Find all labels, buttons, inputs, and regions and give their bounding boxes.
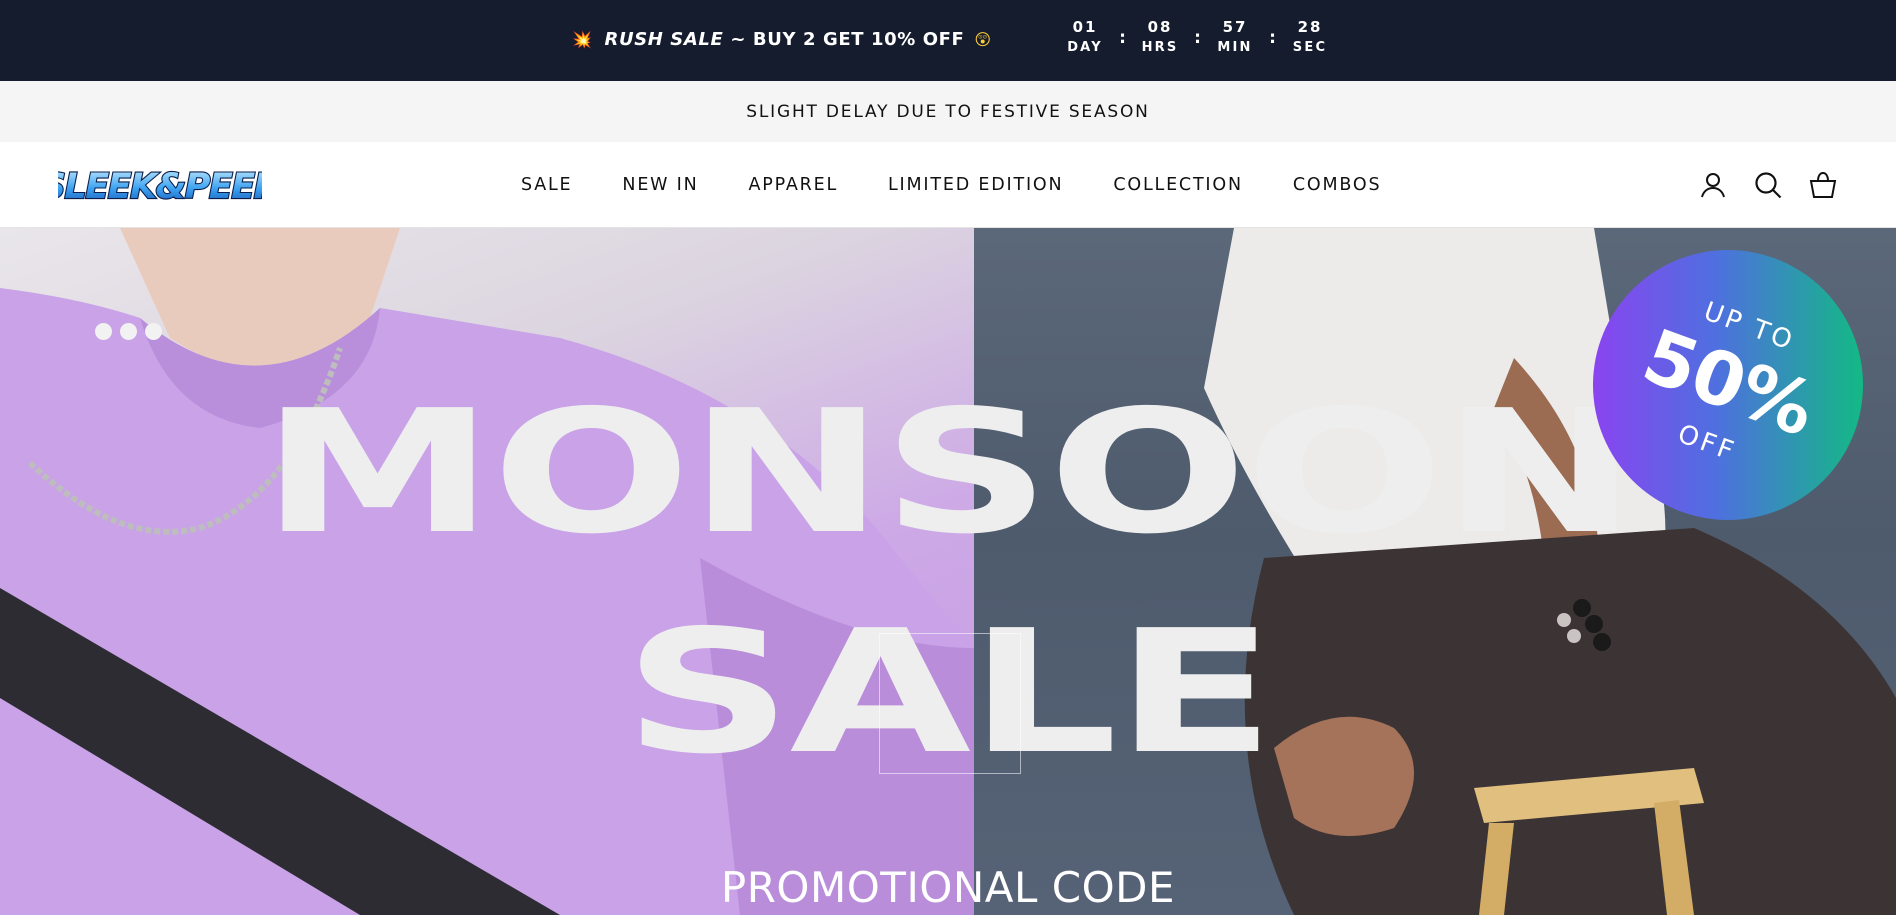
svg-text:SLEEK&PEEK: SLEEK&PEEK — [58, 167, 262, 207]
countdown-minutes: 57 MIN — [1210, 16, 1260, 58]
nav-item-combos[interactable]: COMBOS — [1293, 175, 1381, 195]
countdown-value: 01 — [1072, 18, 1098, 36]
nav-item-limited-edition[interactable]: LIMITED EDITION — [888, 175, 1063, 195]
slide-dot[interactable] — [95, 323, 112, 340]
promo-offer-text: ~ BUY 2 GET 10% OFF — [730, 28, 965, 50]
explosion-emoji-icon: 💥 — [572, 29, 593, 49]
nav-item-sale[interactable]: SALE — [521, 175, 572, 195]
countdown-seconds: 28 SEC — [1285, 16, 1335, 58]
slide-dot[interactable] — [120, 323, 137, 340]
countdown-separator: : — [1269, 28, 1276, 48]
brand-logo[interactable]: SLEEK&PEEK — [40, 163, 287, 208]
countdown-value: 08 — [1147, 18, 1173, 36]
discount-badge: UP TO 50% OFF — [1593, 250, 1863, 520]
shipping-notice-text: SLIGHT DELAY DUE TO FESTIVE SEASON — [746, 101, 1150, 122]
search-icon[interactable] — [1753, 170, 1783, 200]
slide-dot[interactable] — [145, 323, 162, 340]
main-navigation: SALE NEW IN APPAREL LIMITED EDITION COLL… — [521, 142, 1381, 228]
countdown-label: MIN — [1217, 40, 1253, 55]
countdown-value: 28 — [1297, 18, 1323, 36]
countdown-days: 01 DAY — [1060, 16, 1110, 58]
countdown-timer: 01 DAY : 08 HRS : 57 MIN : 28 SEC — [1060, 16, 1335, 62]
hero-banner[interactable]: MONSOON SALE PROMOTIONAL CODE UP TO 50% … — [0, 228, 1896, 915]
hero-subtitle: PROMOTIONAL CODE — [720, 863, 1176, 912]
focus-outline — [879, 633, 1021, 774]
brand-logo-graphic: SLEEK&PEEK — [40, 166, 287, 208]
countdown-hours: 08 HRS — [1135, 16, 1185, 58]
shipping-notice-bar: SLIGHT DELAY DUE TO FESTIVE SEASON — [0, 81, 1896, 142]
nav-item-new-in[interactable]: NEW IN — [622, 175, 698, 195]
site-header: SLEEK&PEEK SALE NEW IN APPAREL LIMITED E… — [0, 142, 1896, 228]
header-actions — [1698, 170, 1868, 200]
countdown-separator: : — [1119, 28, 1126, 48]
countdown-label: HRS — [1141, 40, 1179, 55]
account-icon[interactable] — [1698, 170, 1728, 200]
promo-sale-label: RUSH SALE — [604, 28, 724, 50]
announcement-bar: 💥 RUSH SALE ~ BUY 2 GET 10% OFF 😲 01 DAY… — [0, 0, 1896, 81]
astonished-emoji-icon: 😲 — [974, 29, 992, 49]
countdown-value: 57 — [1222, 18, 1248, 36]
nav-item-collection[interactable]: COLLECTION — [1113, 175, 1243, 195]
cart-icon[interactable] — [1808, 170, 1838, 200]
nav-item-apparel[interactable]: APPAREL — [749, 175, 839, 195]
slideshow-dots — [95, 323, 162, 340]
countdown-separator: : — [1194, 28, 1201, 48]
countdown-label: DAY — [1067, 40, 1103, 55]
countdown-label: SEC — [1292, 40, 1328, 55]
promo-message: 💥 RUSH SALE ~ BUY 2 GET 10% OFF 😲 — [572, 27, 992, 51]
